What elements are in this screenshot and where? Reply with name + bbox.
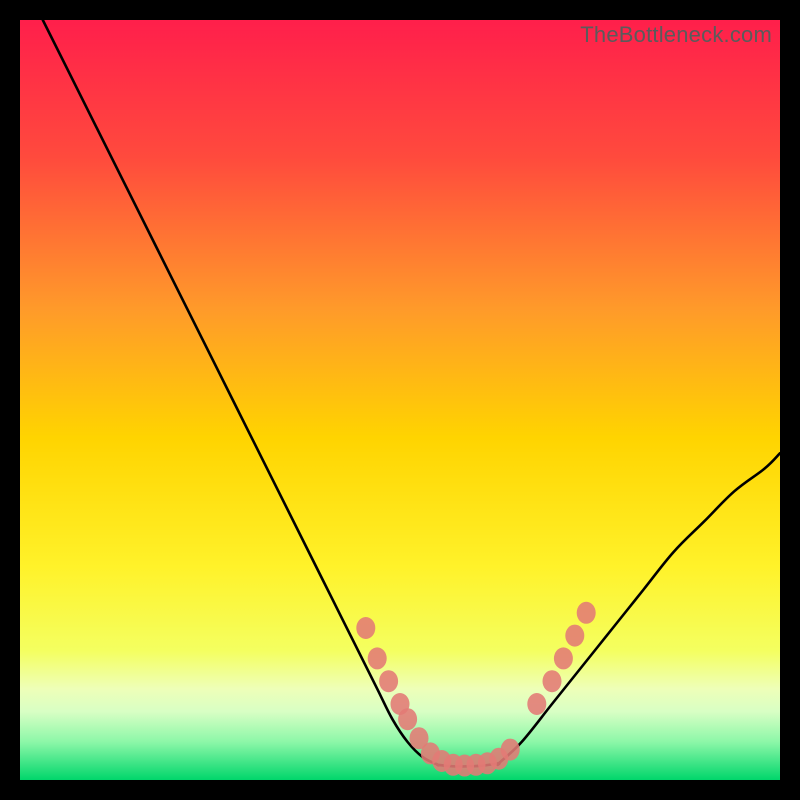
data-marker [554,647,573,669]
data-marker [356,617,375,639]
data-marker [379,670,398,692]
data-marker [398,708,417,730]
attribution-label: TheBottleneck.com [580,22,772,48]
chart-frame: TheBottleneck.com [20,20,780,780]
data-marker [543,670,562,692]
data-marker [501,739,520,761]
chart-svg [20,20,780,780]
data-marker [565,625,584,647]
data-marker [368,647,387,669]
data-marker [527,693,546,715]
data-marker [577,602,596,624]
gradient-background [20,20,780,780]
